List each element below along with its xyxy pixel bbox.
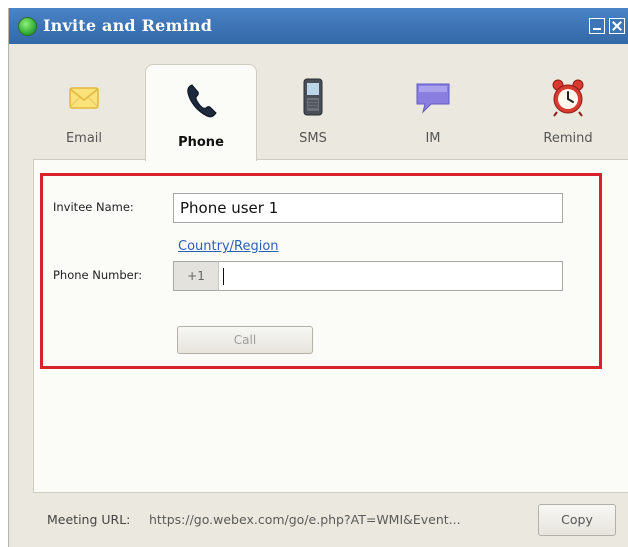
tab-label: SMS [299,131,327,146]
tab-remind[interactable]: Remind [518,78,618,156]
tab-phone[interactable]: Phone [145,64,257,161]
country-code-prefix[interactable]: +1 [174,262,219,290]
alarm-clock-icon [552,79,584,117]
phone-number-input[interactable]: +1 [173,261,563,291]
text-caret [223,268,224,285]
app-icon [18,17,37,36]
tab-label: Remind [543,131,593,146]
meeting-url-label: Meeting URL: [47,512,131,527]
tab-label: Email [65,131,103,146]
tab-email[interactable]: Email [34,78,134,156]
invitee-name-label: Invitee Name: [53,200,134,214]
close-button[interactable] [609,18,625,34]
call-button[interactable]: Call [177,326,313,354]
phone-handset-icon [187,84,217,118]
phone-number-label: Phone Number: [53,268,143,282]
envelope-icon [69,87,99,109]
invitee-name-value: Phone user 1 [180,199,279,217]
tab-label: IM [425,131,441,146]
invite-remind-window: Invite and Remind Email Phone SMS IM Rem… [8,8,628,547]
phone-panel: Invitee Name: Phone user 1 Country/Regio… [33,159,628,493]
tab-im[interactable]: IM [383,78,483,156]
tab-strip: Email Phone SMS IM Remind [9,44,628,161]
chat-bubble-icon [416,83,450,114]
meeting-url-value: https://go.webex.com/go/e.php?AT=WMI&Eve… [149,512,461,527]
minimize-button[interactable] [589,18,605,34]
copy-button[interactable]: Copy [538,504,616,536]
tab-label: Phone [178,135,224,150]
window-title: Invite and Remind [43,16,213,35]
mobile-phone-icon [303,78,323,116]
country-region-link[interactable]: Country/Region [178,239,279,254]
invitee-name-input[interactable]: Phone user 1 [173,193,563,223]
title-bar: Invite and Remind [9,8,628,44]
tab-sms[interactable]: SMS [263,78,363,156]
